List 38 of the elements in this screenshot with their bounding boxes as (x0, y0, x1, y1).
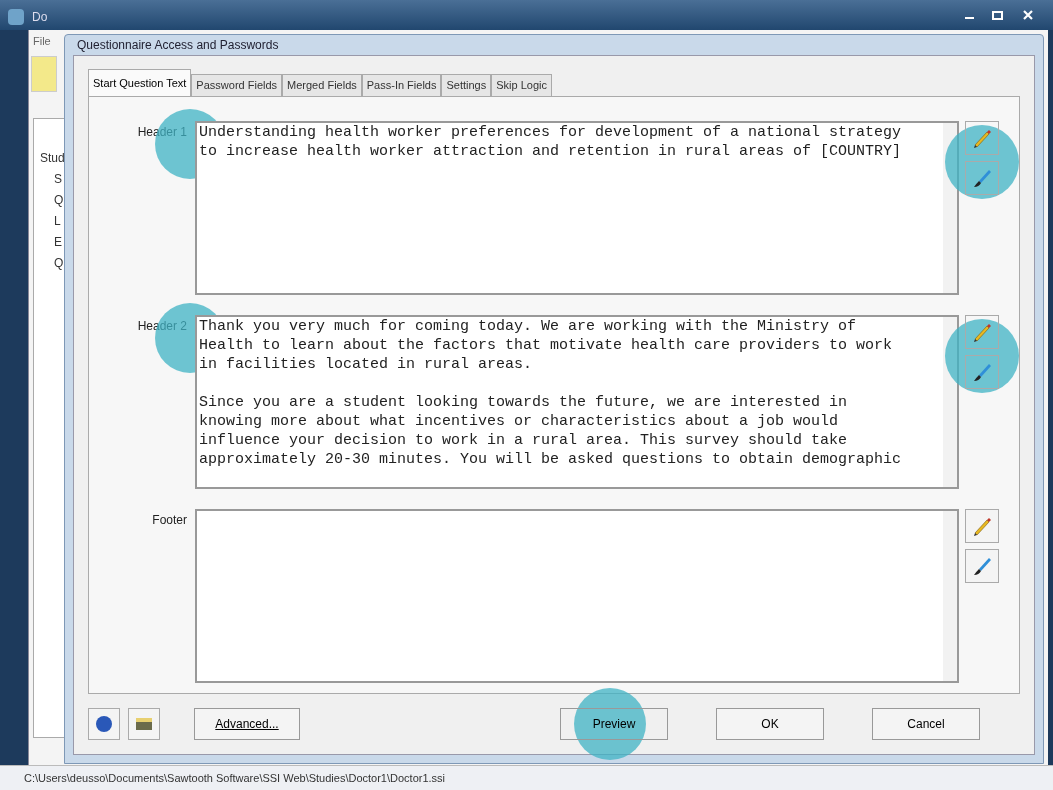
format-button[interactable] (965, 161, 999, 195)
help-icon (96, 716, 112, 732)
tab[interactable]: Start Question Text (88, 69, 192, 96)
window-title: Do (32, 9, 48, 26)
brush-icon (971, 555, 993, 577)
format-button[interactable] (965, 355, 999, 389)
dialog-button[interactable]: Cancel (872, 708, 980, 740)
dialog-button[interactable]: Preview (560, 708, 668, 740)
status-path: C:\Users\deusso\Documents\Sawtooth Software\SSI Web\Studies\Doctor1\Doctor1.ssi (24, 770, 446, 786)
dialog-title: Questionnaire Access and Passwords (77, 37, 279, 54)
dialog-button[interactable]: OK (716, 708, 824, 740)
edit-button[interactable] (965, 509, 999, 543)
brush-icon (971, 361, 993, 383)
edit-button[interactable] (965, 121, 999, 155)
app-icon (8, 9, 24, 25)
text-area[interactable]: Understanding health worker preferences for development of a national strategy to increase health worker attraction and retention in rural areas of [COUNTRY] (195, 121, 959, 295)
tab[interactable]: Password Fields (191, 74, 283, 96)
close-icon (1023, 10, 1033, 20)
text-area-content: Thank you very much for coming today. We are working with the Ministry of Health to learn about the factors that motivate health care providers to work in facilities located in rural areas. Since you are a student looking towards the future, we are interested in knowing more about what incentives or characteristics about a job would influence your decision to work in a rural area. This survey should take approximately 20-30 minutes. You will be asked questions to obtain demographic (198, 317, 903, 469)
tab[interactable]: Skip Logic (491, 74, 552, 96)
tab[interactable]: Merged Fields (282, 74, 362, 96)
text-area-content: Understanding health worker preferences for development of a national strategy to increase health worker attraction and retention in rural areas of [COUNTRY] (198, 123, 903, 161)
field-label: Footer (152, 512, 187, 529)
tab[interactable]: Pass-In Fields (361, 74, 442, 96)
text-area[interactable] (195, 315, 959, 489)
edit-button[interactable] (965, 315, 999, 349)
pencil-icon (971, 127, 993, 149)
pencil-icon (971, 515, 993, 537)
help-button[interactable] (88, 708, 120, 740)
printer-button[interactable] (128, 708, 160, 740)
printer-icon (136, 718, 152, 730)
brush-icon (971, 167, 993, 189)
toolbar-file-icon (31, 56, 57, 92)
tab[interactable]: Settings (441, 74, 492, 96)
advanced-button[interactable]: Advanced... (194, 708, 300, 740)
pencil-icon (971, 321, 993, 343)
menu-item[interactable]: File (33, 32, 51, 50)
format-button[interactable] (965, 549, 999, 583)
